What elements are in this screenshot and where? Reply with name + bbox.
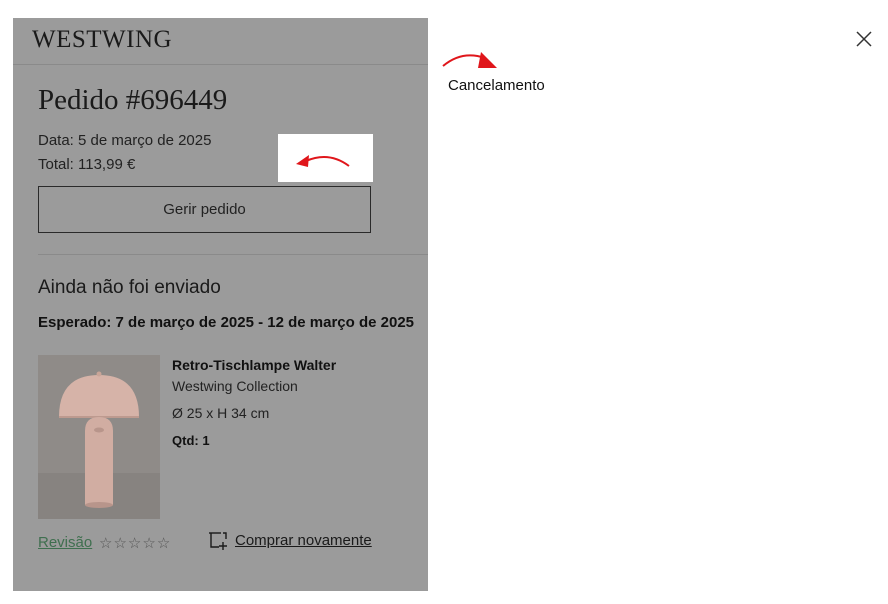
annotation-label: Cancelamento (448, 77, 545, 94)
close-button[interactable] (852, 27, 876, 51)
star-icon[interactable]: ☆ (113, 535, 127, 552)
annotation-highlight (278, 134, 373, 182)
buy-again-button[interactable]: Comprar novamente (207, 530, 372, 550)
add-to-cart-icon (209, 532, 227, 550)
manage-order-button[interactable]: Gerir pedido (38, 186, 371, 233)
order-title: Pedido #696449 (38, 84, 228, 116)
star-icon[interactable]: ☆ (99, 535, 113, 552)
rating-stars[interactable]: ☆☆☆☆☆ (99, 534, 171, 552)
close-icon (856, 31, 872, 47)
shipment-status: Ainda não foi enviado (38, 277, 221, 298)
expected-delivery: Esperado: 7 de março de 2025 - 12 de mar… (38, 314, 415, 331)
header-divider (13, 64, 428, 65)
product-brand: Westwing Collection (172, 378, 298, 394)
product-name[interactable]: Retro-Tischlampe Walter (172, 357, 336, 373)
section-divider (38, 254, 428, 255)
westwing-logo[interactable]: WESTWING (32, 26, 172, 54)
order-date: Data: 5 de março de 2025 (38, 132, 212, 149)
product-quantity: Qtd: 1 (172, 433, 210, 448)
annotation-arrow-icon (296, 155, 350, 167)
annotation-arrow-icon (442, 52, 497, 68)
order-details-panel: WESTWING Pedido #696449 Data: 5 de março… (13, 18, 428, 591)
star-icon[interactable]: ☆ (157, 535, 171, 552)
manage-order-label: Gerir pedido (163, 201, 246, 218)
table-lamp-icon (38, 355, 160, 519)
review-link[interactable]: Revisão (38, 534, 92, 551)
product-image[interactable] (38, 355, 160, 519)
star-icon[interactable]: ☆ (128, 535, 142, 552)
buy-again-label: Comprar novamente (235, 531, 372, 549)
star-icon[interactable]: ☆ (142, 535, 156, 552)
product-dimensions: Ø 25 x H 34 cm (172, 405, 270, 421)
order-total: Total: 113,99 € (38, 156, 136, 173)
